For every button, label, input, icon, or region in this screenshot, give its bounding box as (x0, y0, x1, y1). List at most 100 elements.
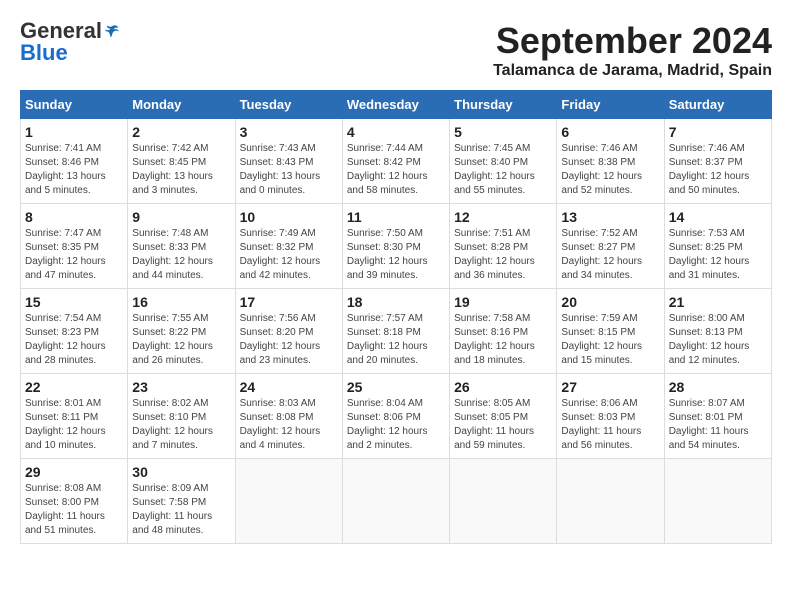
calendar-day-cell: 9 Sunrise: 7:48 AMSunset: 8:33 PMDaylight… (128, 204, 235, 289)
calendar-day-cell: 7 Sunrise: 7:46 AMSunset: 8:37 PMDaylight… (664, 119, 771, 204)
calendar-day-cell: 2Sunrise: 7:42 AMSunset: 8:45 PMDaylight… (128, 119, 235, 204)
day-number: 13 (561, 209, 659, 225)
day-number: 3 (240, 124, 338, 140)
day-info: Sunrise: 8:09 AMSunset: 7:58 PMDaylight:… (132, 482, 230, 538)
calendar-day-cell: 5 Sunrise: 7:45 AMSunset: 8:40 PMDaylight… (450, 119, 557, 204)
day-number: 11 (347, 209, 445, 225)
location-subtitle: Talamanca de Jarama, Madrid, Spain (493, 62, 772, 80)
logo: General Blue (20, 20, 120, 64)
day-info: Sunrise: 7:48 AMSunset: 8:33 PMDaylight:… (132, 227, 230, 283)
calendar-day-cell: 17Sunrise: 7:56 AMSunset: 8:20 PMDayligh… (235, 289, 342, 374)
calendar-week-row: 29 Sunrise: 8:08 AMSunset: 8:00 PMDayligh… (21, 459, 772, 544)
day-number: 29 (25, 464, 123, 480)
calendar-day-cell: 30Sunrise: 8:09 AMSunset: 7:58 PMDayligh… (128, 459, 235, 544)
day-info: Sunrise: 7:49 AMSunset: 8:32 PMDaylight:… (240, 227, 338, 283)
day-info: Sunrise: 7:44 AMSunset: 8:42 PMDaylight:… (347, 142, 445, 198)
calendar-day-cell: 8 Sunrise: 7:47 AMSunset: 8:35 PMDaylight… (21, 204, 128, 289)
calendar-day-cell: 16 Sunrise: 7:55 AMSunset: 8:22 PMDayligh… (128, 289, 235, 374)
calendar-day-cell: 13 Sunrise: 7:52 AMSunset: 8:27 PMDayligh… (557, 204, 664, 289)
month-year-title: September 2024 (493, 20, 772, 62)
day-info: Sunrise: 7:43 AMSunset: 8:43 PMDaylight:… (240, 142, 338, 198)
logo-bird-icon (104, 23, 120, 39)
day-info: Sunrise: 7:53 AMSunset: 8:25 PMDaylight:… (669, 227, 767, 283)
day-info: Sunrise: 7:46 AMSunset: 8:37 PMDaylight:… (669, 142, 767, 198)
weekday-header-row: Sunday Monday Tuesday Wednesday Thursday… (21, 91, 772, 119)
calendar-table: Sunday Monday Tuesday Wednesday Thursday… (20, 90, 772, 544)
day-info: Sunrise: 7:57 AMSunset: 8:18 PMDaylight:… (347, 312, 445, 368)
calendar-day-cell: 29 Sunrise: 8:08 AMSunset: 8:00 PMDayligh… (21, 459, 128, 544)
header-monday: Monday (128, 91, 235, 119)
calendar-day-cell: 28Sunrise: 8:07 AMSunset: 8:01 PMDayligh… (664, 374, 771, 459)
calendar-day-cell: 21 Sunrise: 8:00 AMSunset: 8:13 PMDayligh… (664, 289, 771, 374)
header-thursday: Thursday (450, 91, 557, 119)
calendar-day-cell: 20Sunrise: 7:59 AMSunset: 8:15 PMDayligh… (557, 289, 664, 374)
empty-cell (450, 459, 557, 544)
calendar-week-row: 8 Sunrise: 7:47 AMSunset: 8:35 PMDaylight… (21, 204, 772, 289)
day-number: 25 (347, 379, 445, 395)
calendar-day-cell: 11 Sunrise: 7:50 AMSunset: 8:30 PMDayligh… (342, 204, 449, 289)
calendar-week-row: 1Sunrise: 7:41 AMSunset: 8:46 PMDaylight… (21, 119, 772, 204)
day-number: 6 (561, 124, 659, 140)
day-number: 26 (454, 379, 552, 395)
day-info: Sunrise: 7:51 AMSunset: 8:28 PMDaylight:… (454, 227, 552, 283)
empty-cell (557, 459, 664, 544)
calendar-day-cell: 24Sunrise: 8:03 AMSunset: 8:08 PMDayligh… (235, 374, 342, 459)
header-saturday: Saturday (664, 91, 771, 119)
calendar-day-cell: 26 Sunrise: 8:05 AMSunset: 8:05 PMDayligh… (450, 374, 557, 459)
day-info: Sunrise: 7:45 AMSunset: 8:40 PMDaylight:… (454, 142, 552, 198)
day-info: Sunrise: 7:47 AMSunset: 8:35 PMDaylight:… (25, 227, 123, 283)
day-info: Sunrise: 8:02 AMSunset: 8:10 PMDaylight:… (132, 397, 230, 453)
day-number: 7 (669, 124, 767, 140)
day-info: Sunrise: 7:54 AMSunset: 8:23 PMDaylight:… (25, 312, 123, 368)
calendar-day-cell: 23Sunrise: 8:02 AMSunset: 8:10 PMDayligh… (128, 374, 235, 459)
day-number: 20 (561, 294, 659, 310)
day-info: Sunrise: 8:08 AMSunset: 8:00 PMDaylight:… (25, 482, 123, 538)
day-number: 1 (25, 124, 123, 140)
day-number: 14 (669, 209, 767, 225)
calendar-day-cell: 27 Sunrise: 8:06 AMSunset: 8:03 PMDayligh… (557, 374, 664, 459)
calendar-day-cell: 22Sunrise: 8:01 AMSunset: 8:11 PMDayligh… (21, 374, 128, 459)
empty-cell (235, 459, 342, 544)
calendar-day-cell: 12Sunrise: 7:51 AMSunset: 8:28 PMDayligh… (450, 204, 557, 289)
header-tuesday: Tuesday (235, 91, 342, 119)
header: General Blue September 2024 Talamanca de… (20, 20, 772, 80)
day-number: 5 (454, 124, 552, 140)
calendar-day-cell: 15Sunrise: 7:54 AMSunset: 8:23 PMDayligh… (21, 289, 128, 374)
day-info: Sunrise: 8:04 AMSunset: 8:06 PMDaylight:… (347, 397, 445, 453)
day-number: 27 (561, 379, 659, 395)
day-number: 21 (669, 294, 767, 310)
logo-general-text: General (20, 20, 102, 42)
day-number: 19 (454, 294, 552, 310)
day-info: Sunrise: 8:00 AMSunset: 8:13 PMDaylight:… (669, 312, 767, 368)
day-number: 18 (347, 294, 445, 310)
day-info: Sunrise: 8:06 AMSunset: 8:03 PMDaylight:… (561, 397, 659, 453)
day-info: Sunrise: 7:58 AMSunset: 8:16 PMDaylight:… (454, 312, 552, 368)
empty-cell (342, 459, 449, 544)
day-info: Sunrise: 7:46 AMSunset: 8:38 PMDaylight:… (561, 142, 659, 198)
day-number: 8 (25, 209, 123, 225)
calendar-day-cell: 3 Sunrise: 7:43 AMSunset: 8:43 PMDaylight… (235, 119, 342, 204)
day-info: Sunrise: 7:52 AMSunset: 8:27 PMDaylight:… (561, 227, 659, 283)
day-info: Sunrise: 7:50 AMSunset: 8:30 PMDaylight:… (347, 227, 445, 283)
calendar-day-cell: 10 Sunrise: 7:49 AMSunset: 8:32 PMDayligh… (235, 204, 342, 289)
day-number: 17 (240, 294, 338, 310)
day-number: 16 (132, 294, 230, 310)
calendar-day-cell: 19 Sunrise: 7:58 AMSunset: 8:16 PMDayligh… (450, 289, 557, 374)
day-info: Sunrise: 7:42 AMSunset: 8:45 PMDaylight:… (132, 142, 230, 198)
calendar-day-cell: 18 Sunrise: 7:57 AMSunset: 8:18 PMDayligh… (342, 289, 449, 374)
day-number: 10 (240, 209, 338, 225)
day-info: Sunrise: 8:05 AMSunset: 8:05 PMDaylight:… (454, 397, 552, 453)
calendar-day-cell: 14 Sunrise: 7:53 AMSunset: 8:25 PMDayligh… (664, 204, 771, 289)
header-sunday: Sunday (21, 91, 128, 119)
day-info: Sunrise: 8:07 AMSunset: 8:01 PMDaylight:… (669, 397, 767, 453)
calendar-day-cell: 1Sunrise: 7:41 AMSunset: 8:46 PMDaylight… (21, 119, 128, 204)
day-info: Sunrise: 7:55 AMSunset: 8:22 PMDaylight:… (132, 312, 230, 368)
calendar-day-cell: 4 Sunrise: 7:44 AMSunset: 8:42 PMDaylight… (342, 119, 449, 204)
header-friday: Friday (557, 91, 664, 119)
day-number: 4 (347, 124, 445, 140)
day-number: 9 (132, 209, 230, 225)
header-wednesday: Wednesday (342, 91, 449, 119)
logo-blue-text: Blue (20, 42, 120, 64)
calendar-day-cell: 25 Sunrise: 8:04 AMSunset: 8:06 PMDayligh… (342, 374, 449, 459)
day-info: Sunrise: 8:01 AMSunset: 8:11 PMDaylight:… (25, 397, 123, 453)
